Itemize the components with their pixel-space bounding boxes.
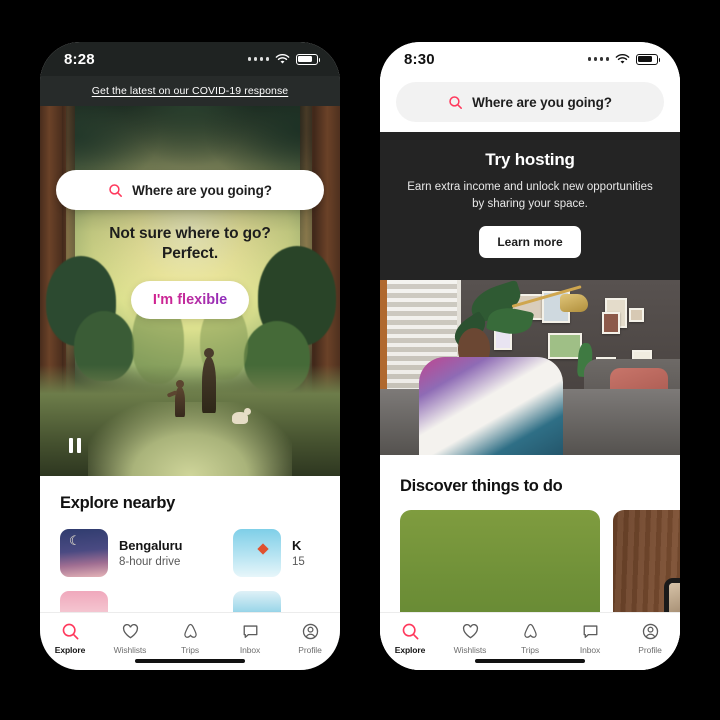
sea-thumb xyxy=(233,591,281,612)
tab-trips[interactable]: Trips xyxy=(500,620,560,655)
room-illustration xyxy=(380,280,680,456)
signal-dots-icon xyxy=(247,57,269,61)
tab-label: Explore xyxy=(54,645,86,655)
search-icon xyxy=(449,95,463,109)
pink-thumb xyxy=(60,591,108,612)
search-placeholder: Where are you going? xyxy=(132,182,272,198)
list-item[interactable] xyxy=(233,591,340,612)
airbnb-belo-icon xyxy=(519,620,541,642)
battery-icon xyxy=(296,53,321,65)
nearby-distance: 8-hour drive xyxy=(119,556,181,568)
explore-nearby-grid: Bengaluru 8-hour drive K 15 xyxy=(60,529,340,612)
discover-carousel[interactable] xyxy=(400,510,680,612)
night-sky-thumb xyxy=(60,529,108,577)
app-screen-explore-hosting: 8:30 Where are you going? Try hosting Ea… xyxy=(380,42,680,670)
list-item[interactable] xyxy=(60,591,217,612)
discover-card[interactable] xyxy=(613,510,680,612)
search-input[interactable]: Where are you going? xyxy=(56,170,324,210)
hero-headline-line2: Perfect. xyxy=(161,245,219,263)
tab-wishlists[interactable]: Wishlists xyxy=(440,620,500,655)
covid-banner[interactable]: Get the latest on our COVID-19 response xyxy=(40,76,340,106)
status-time: 8:30 xyxy=(404,50,435,68)
pause-icon[interactable] xyxy=(62,432,88,458)
message-icon xyxy=(239,620,261,642)
home-indicator xyxy=(475,658,585,663)
tab-label: Trips xyxy=(180,645,200,655)
hero-overlay: Not sure where to go? Perfect. I'm flexi… xyxy=(40,106,340,476)
tab-label: Explore xyxy=(394,645,426,655)
bottom-tab-bar: Explore Wishlists Trips Inbox Profile xyxy=(380,612,680,670)
search-bar-container: Where are you going? xyxy=(40,170,340,210)
tab-label: Profile xyxy=(638,645,662,655)
status-icons xyxy=(587,53,661,65)
im-flexible-button[interactable]: I'm flexible xyxy=(130,280,250,319)
home-indicator xyxy=(135,658,245,663)
phone-mockup-right: 8:30 Where are you going? Try hosting Ea… xyxy=(380,42,680,670)
bottom-tab-bar: Explore Wishlists Trips Inbox Profile xyxy=(40,612,340,670)
phone-mockup-left: 8:28 Get the latest on our COVID-19 resp… xyxy=(40,42,340,670)
tab-inbox[interactable]: Inbox xyxy=(220,620,280,655)
app-screen-explore-video: 8:28 Get the latest on our COVID-19 resp… xyxy=(40,42,340,670)
heart-icon xyxy=(459,620,481,642)
tab-label: Profile xyxy=(298,645,322,655)
explore-nearby-sheet: Explore nearby Bengaluru 8-hour drive K xyxy=(40,476,340,612)
tab-label: Inbox xyxy=(579,645,601,655)
wifi-icon xyxy=(615,53,630,64)
search-icon xyxy=(59,620,81,642)
tab-wishlists[interactable]: Wishlists xyxy=(100,620,160,655)
im-flexible-label: I'm flexible xyxy=(152,291,228,308)
signal-dots-icon xyxy=(587,57,609,61)
list-item[interactable]: Bengaluru 8-hour drive xyxy=(60,529,217,577)
discover-card[interactable] xyxy=(400,510,600,612)
tab-profile[interactable]: Profile xyxy=(620,620,680,655)
tab-profile[interactable]: Profile xyxy=(280,620,340,655)
search-icon xyxy=(399,620,421,642)
explore-nearby-title: Explore nearby xyxy=(60,494,176,512)
tab-label: Wishlists xyxy=(453,645,487,655)
nearby-name: Bengaluru xyxy=(119,538,183,553)
learn-more-button[interactable]: Learn more xyxy=(479,226,581,259)
status-icons xyxy=(247,53,321,65)
host-photo[interactable] xyxy=(380,280,680,456)
status-bar: 8:30 xyxy=(380,42,680,76)
status-bar: 8:28 xyxy=(40,42,340,76)
tab-label: Trips xyxy=(520,645,540,655)
try-hosting-subtitle: Earn extra income and unlock new opportu… xyxy=(407,181,653,210)
discover-title: Discover things to do xyxy=(400,477,563,496)
nearby-name: K xyxy=(292,538,302,553)
discover-section: Discover things to do xyxy=(380,455,680,612)
search-input[interactable]: Where are you going? xyxy=(396,82,664,122)
covid-banner-link[interactable]: Get the latest on our COVID-19 response xyxy=(92,85,289,97)
screenshot-stage: 8:28 Get the latest on our COVID-19 resp… xyxy=(0,0,720,720)
wifi-icon xyxy=(275,53,290,64)
hero-headline-line1: Not sure where to go? xyxy=(109,225,271,242)
tablet-illustration xyxy=(664,578,680,612)
lamp-icon xyxy=(560,294,588,313)
status-time: 8:28 xyxy=(64,50,95,68)
tab-explore[interactable]: Explore xyxy=(380,620,440,655)
kite-thumb xyxy=(233,529,281,577)
profile-icon xyxy=(639,620,661,642)
tab-label: Wishlists xyxy=(113,645,147,655)
search-bar-container: Where are you going? xyxy=(380,76,680,132)
tab-label: Inbox xyxy=(239,645,261,655)
message-icon xyxy=(579,620,601,642)
tab-explore[interactable]: Explore xyxy=(40,620,100,655)
try-hosting-title: Try hosting xyxy=(485,150,575,169)
list-item[interactable]: K 15 xyxy=(233,529,340,577)
profile-icon xyxy=(299,620,321,642)
tab-inbox[interactable]: Inbox xyxy=(560,620,620,655)
tab-trips[interactable]: Trips xyxy=(160,620,220,655)
hero-video: Where are you going? Not sure where to g… xyxy=(40,106,340,476)
search-placeholder: Where are you going? xyxy=(472,94,612,110)
airbnb-belo-icon xyxy=(179,620,201,642)
battery-icon xyxy=(636,53,661,65)
hero-headline: Not sure where to go? Perfect. xyxy=(109,224,271,265)
nearby-distance: 15 xyxy=(292,556,305,568)
try-hosting-banner: Try hosting Earn extra income and unlock… xyxy=(380,132,680,281)
search-icon xyxy=(109,183,123,197)
heart-icon xyxy=(119,620,141,642)
